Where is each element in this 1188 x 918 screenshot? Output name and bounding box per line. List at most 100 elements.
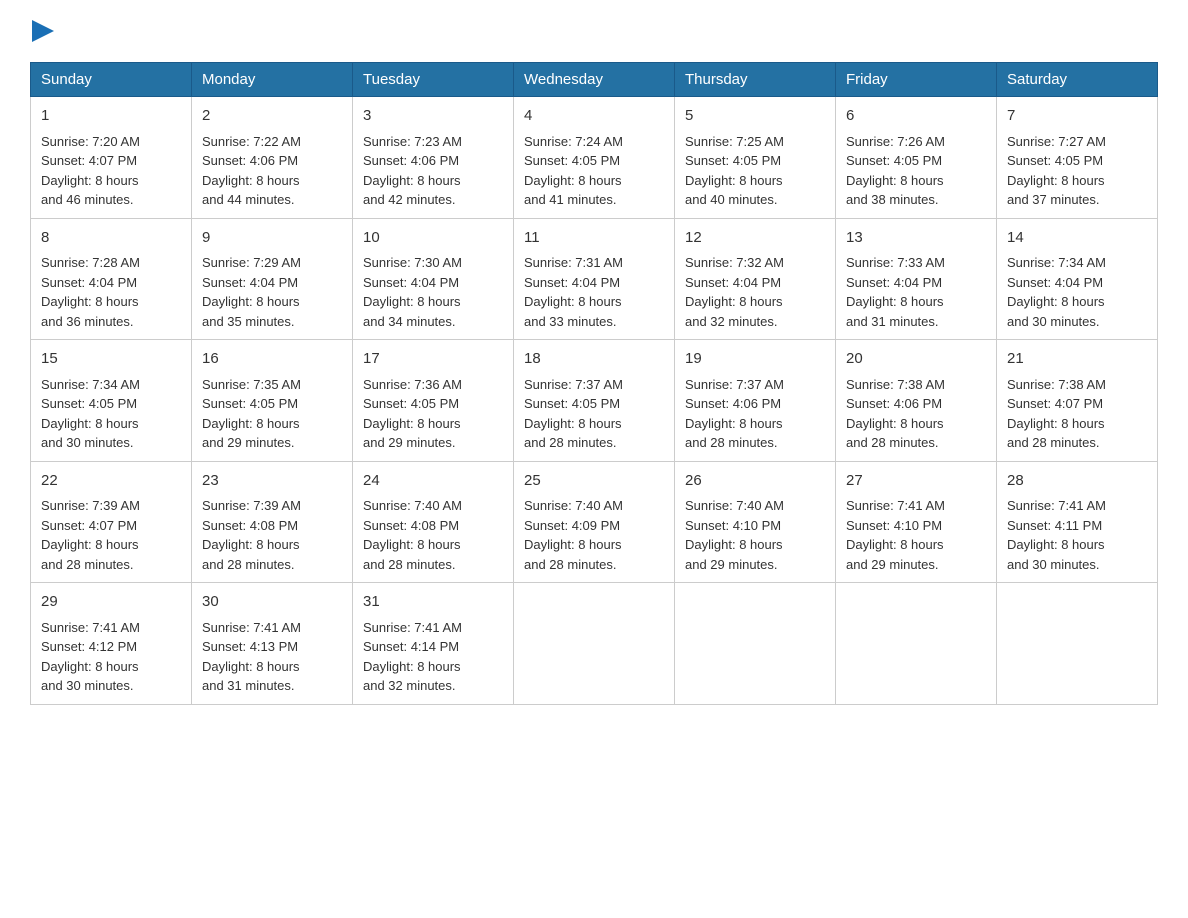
daylight-text: Daylight: 8 hours bbox=[1007, 537, 1105, 552]
sunrise-text: Sunrise: 7:26 AM bbox=[846, 134, 945, 149]
calendar-cell: 31Sunrise: 7:41 AMSunset: 4:14 PMDayligh… bbox=[353, 583, 514, 705]
daylight-minutes-text: and 36 minutes. bbox=[41, 314, 134, 329]
sunset-text: Sunset: 4:10 PM bbox=[846, 518, 942, 533]
daylight-minutes-text: and 28 minutes. bbox=[846, 435, 939, 450]
sunrise-text: Sunrise: 7:29 AM bbox=[202, 255, 301, 270]
day-number: 13 bbox=[846, 227, 986, 250]
calendar-cell: 29Sunrise: 7:41 AMSunset: 4:12 PMDayligh… bbox=[31, 583, 192, 705]
calendar-cell: 17Sunrise: 7:36 AMSunset: 4:05 PMDayligh… bbox=[353, 340, 514, 462]
calendar-cell: 30Sunrise: 7:41 AMSunset: 4:13 PMDayligh… bbox=[192, 583, 353, 705]
daylight-minutes-text: and 28 minutes. bbox=[1007, 435, 1100, 450]
calendar-cell: 7Sunrise: 7:27 AMSunset: 4:05 PMDaylight… bbox=[997, 97, 1158, 219]
day-number: 5 bbox=[685, 105, 825, 128]
sunrise-text: Sunrise: 7:39 AM bbox=[202, 498, 301, 513]
calendar-cell: 13Sunrise: 7:33 AMSunset: 4:04 PMDayligh… bbox=[836, 218, 997, 340]
daylight-minutes-text: and 31 minutes. bbox=[202, 678, 295, 693]
sunset-text: Sunset: 4:05 PM bbox=[363, 396, 459, 411]
sunrise-text: Sunrise: 7:31 AM bbox=[524, 255, 623, 270]
daylight-text: Daylight: 8 hours bbox=[524, 294, 622, 309]
daylight-minutes-text: and 44 minutes. bbox=[202, 192, 295, 207]
sunset-text: Sunset: 4:13 PM bbox=[202, 639, 298, 654]
daylight-minutes-text: and 42 minutes. bbox=[363, 192, 456, 207]
daylight-minutes-text: and 30 minutes. bbox=[41, 678, 134, 693]
daylight-minutes-text: and 34 minutes. bbox=[363, 314, 456, 329]
week-row-3: 15Sunrise: 7:34 AMSunset: 4:05 PMDayligh… bbox=[31, 340, 1158, 462]
daylight-text: Daylight: 8 hours bbox=[1007, 416, 1105, 431]
sunset-text: Sunset: 4:07 PM bbox=[41, 153, 137, 168]
sunrise-text: Sunrise: 7:41 AM bbox=[202, 620, 301, 635]
week-row-1: 1 Sunrise: 7:20 AM Sunset: 4:07 PM Daylight… bbox=[31, 97, 1158, 219]
calendar-table: SundayMondayTuesdayWednesdayThursdayFrid… bbox=[30, 62, 1158, 705]
daylight-text: Daylight: 8 hours bbox=[41, 173, 139, 188]
sunset-text: Sunset: 4:04 PM bbox=[685, 275, 781, 290]
daylight-minutes-text: and 28 minutes. bbox=[202, 557, 295, 572]
sunrise-text: Sunrise: 7:38 AM bbox=[846, 377, 945, 392]
day-number: 2 bbox=[202, 105, 342, 128]
day-number: 12 bbox=[685, 227, 825, 250]
day-number: 8 bbox=[41, 227, 181, 250]
calendar-cell: 18Sunrise: 7:37 AMSunset: 4:05 PMDayligh… bbox=[514, 340, 675, 462]
calendar-cell: 28Sunrise: 7:41 AMSunset: 4:11 PMDayligh… bbox=[997, 461, 1158, 583]
calendar-cell bbox=[997, 583, 1158, 705]
sunset-text: Sunset: 4:05 PM bbox=[202, 396, 298, 411]
daylight-text: Daylight: 8 hours bbox=[363, 294, 461, 309]
day-number: 22 bbox=[41, 470, 181, 493]
sunset-text: Sunset: 4:05 PM bbox=[524, 396, 620, 411]
sunset-text: Sunset: 4:08 PM bbox=[202, 518, 298, 533]
daylight-minutes-text: and 30 minutes. bbox=[1007, 557, 1100, 572]
sunrise-text: Sunrise: 7:20 AM bbox=[41, 134, 140, 149]
sunset-text: Sunset: 4:07 PM bbox=[41, 518, 137, 533]
calendar-cell: 26Sunrise: 7:40 AMSunset: 4:10 PMDayligh… bbox=[675, 461, 836, 583]
header-thursday: Thursday bbox=[675, 63, 836, 97]
daylight-text: Daylight: 8 hours bbox=[524, 537, 622, 552]
day-number: 24 bbox=[363, 470, 503, 493]
daylight-minutes-text: and 32 minutes. bbox=[685, 314, 778, 329]
daylight-minutes-text: and 28 minutes. bbox=[41, 557, 134, 572]
sunrise-text: Sunrise: 7:40 AM bbox=[524, 498, 623, 513]
sunrise-text: Sunrise: 7:24 AM bbox=[524, 134, 623, 149]
sunrise-text: Sunrise: 7:34 AM bbox=[1007, 255, 1106, 270]
daylight-minutes-text: and 41 minutes. bbox=[524, 192, 617, 207]
day-number: 29 bbox=[41, 591, 181, 614]
sunset-text: Sunset: 4:04 PM bbox=[202, 275, 298, 290]
sunset-text: Sunset: 4:14 PM bbox=[363, 639, 459, 654]
daylight-minutes-text: and 29 minutes. bbox=[363, 435, 456, 450]
sunrise-text: Sunrise: 7:33 AM bbox=[846, 255, 945, 270]
sunset-text: Sunset: 4:05 PM bbox=[524, 153, 620, 168]
daylight-minutes-text: and 28 minutes. bbox=[524, 557, 617, 572]
daylight-minutes-text: and 30 minutes. bbox=[41, 435, 134, 450]
sunset-text: Sunset: 4:04 PM bbox=[524, 275, 620, 290]
sunset-text: Sunset: 4:04 PM bbox=[41, 275, 137, 290]
calendar-cell: 1 Sunrise: 7:20 AM Sunset: 4:07 PM Daylight… bbox=[31, 97, 192, 219]
day-number: 25 bbox=[524, 470, 664, 493]
calendar-cell: 6Sunrise: 7:26 AMSunset: 4:05 PMDaylight… bbox=[836, 97, 997, 219]
daylight-minutes-text: and 29 minutes. bbox=[685, 557, 778, 572]
daylight-minutes-text: and 30 minutes. bbox=[1007, 314, 1100, 329]
daylight-minutes-text: and 35 minutes. bbox=[202, 314, 295, 329]
daylight-text: Daylight: 8 hours bbox=[41, 294, 139, 309]
day-number: 6 bbox=[846, 105, 986, 128]
daylight-text: Daylight: 8 hours bbox=[685, 537, 783, 552]
daylight-minutes-text: and 32 minutes. bbox=[363, 678, 456, 693]
sunset-text: Sunset: 4:07 PM bbox=[1007, 396, 1103, 411]
sunset-text: Sunset: 4:09 PM bbox=[524, 518, 620, 533]
calendar-cell: 19Sunrise: 7:37 AMSunset: 4:06 PMDayligh… bbox=[675, 340, 836, 462]
calendar-cell: 23Sunrise: 7:39 AMSunset: 4:08 PMDayligh… bbox=[192, 461, 353, 583]
sunrise-text: Sunrise: 7:37 AM bbox=[524, 377, 623, 392]
daylight-minutes-text: and 28 minutes. bbox=[363, 557, 456, 572]
sunrise-text: Sunrise: 7:32 AM bbox=[685, 255, 784, 270]
daylight-text: Daylight: 8 hours bbox=[202, 416, 300, 431]
sunrise-text: Sunrise: 7:41 AM bbox=[846, 498, 945, 513]
daylight-text: Daylight: 8 hours bbox=[846, 537, 944, 552]
day-number: 15 bbox=[41, 348, 181, 371]
day-number: 1 bbox=[41, 105, 181, 128]
day-number: 21 bbox=[1007, 348, 1147, 371]
logo bbox=[30, 20, 54, 42]
day-number: 26 bbox=[685, 470, 825, 493]
daylight-text: Daylight: 8 hours bbox=[363, 537, 461, 552]
calendar-cell: 2Sunrise: 7:22 AMSunset: 4:06 PMDaylight… bbox=[192, 97, 353, 219]
daylight-minutes-text: and 29 minutes. bbox=[202, 435, 295, 450]
daylight-text: Daylight: 8 hours bbox=[685, 173, 783, 188]
header-friday: Friday bbox=[836, 63, 997, 97]
sunset-text: Sunset: 4:04 PM bbox=[363, 275, 459, 290]
